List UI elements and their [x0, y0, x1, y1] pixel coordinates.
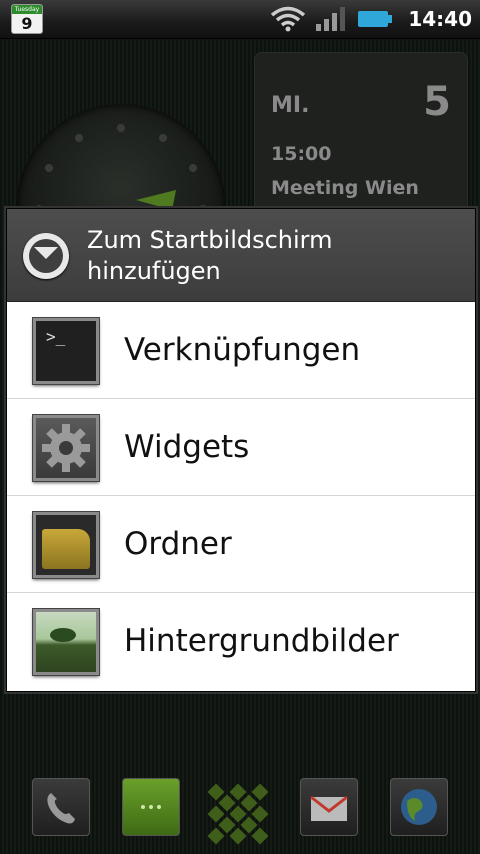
widget-gear-icon	[33, 415, 99, 481]
menu-item-wallpapers[interactable]: Hintergrundbilder	[7, 593, 475, 690]
home-dock	[0, 760, 480, 854]
status-bar: Tuesday 9 14:40	[0, 0, 480, 39]
folder-icon	[33, 512, 99, 578]
battery-icon	[358, 11, 393, 27]
calendar-widget-event-title: Meeting Wien	[271, 177, 419, 199]
add-to-home-dialog: Zum Startbildschirm hinzufügen >_ Verknü…	[6, 208, 476, 692]
menu-item-label: Verknüpfungen	[124, 332, 361, 368]
browser-icon[interactable]	[390, 778, 448, 836]
phone-icon[interactable]	[32, 778, 90, 836]
calendar-icon-weekday: Tuesday	[12, 5, 42, 14]
menu-item-label: Ordner	[124, 526, 232, 562]
menu-item-widgets[interactable]: Widgets	[7, 399, 475, 496]
app-drawer-icon[interactable]	[207, 783, 272, 848]
calendar-icon-day: 9	[21, 14, 33, 33]
dropdown-circle-icon	[23, 233, 69, 279]
menu-item-label: Widgets	[124, 429, 250, 465]
shortcut-terminal-icon: >_	[33, 318, 99, 384]
wifi-icon	[271, 6, 306, 32]
dialog-header: Zum Startbildschirm hinzufügen	[7, 209, 475, 302]
menu-item-shortcuts[interactable]: >_ Verknüpfungen	[7, 302, 475, 399]
calendar-notification-icon[interactable]: Tuesday 9	[11, 4, 43, 34]
menu-item-folders[interactable]: Ordner	[7, 496, 475, 593]
status-icons: 14:40	[270, 0, 472, 38]
menu-item-label: Hintergrundbilder	[124, 623, 399, 659]
messaging-icon[interactable]	[122, 778, 180, 836]
signal-icon	[316, 7, 346, 31]
dialog-title: Zum Startbildschirm hinzufügen	[87, 226, 333, 285]
calendar-widget-event-time: 15:00	[271, 143, 332, 165]
gmail-icon[interactable]	[300, 778, 358, 836]
calendar-widget-date: 5	[423, 79, 451, 125]
wallpaper-icon	[33, 609, 99, 675]
calendar-widget-day: MI.	[271, 93, 310, 118]
status-time: 14:40	[408, 7, 472, 31]
